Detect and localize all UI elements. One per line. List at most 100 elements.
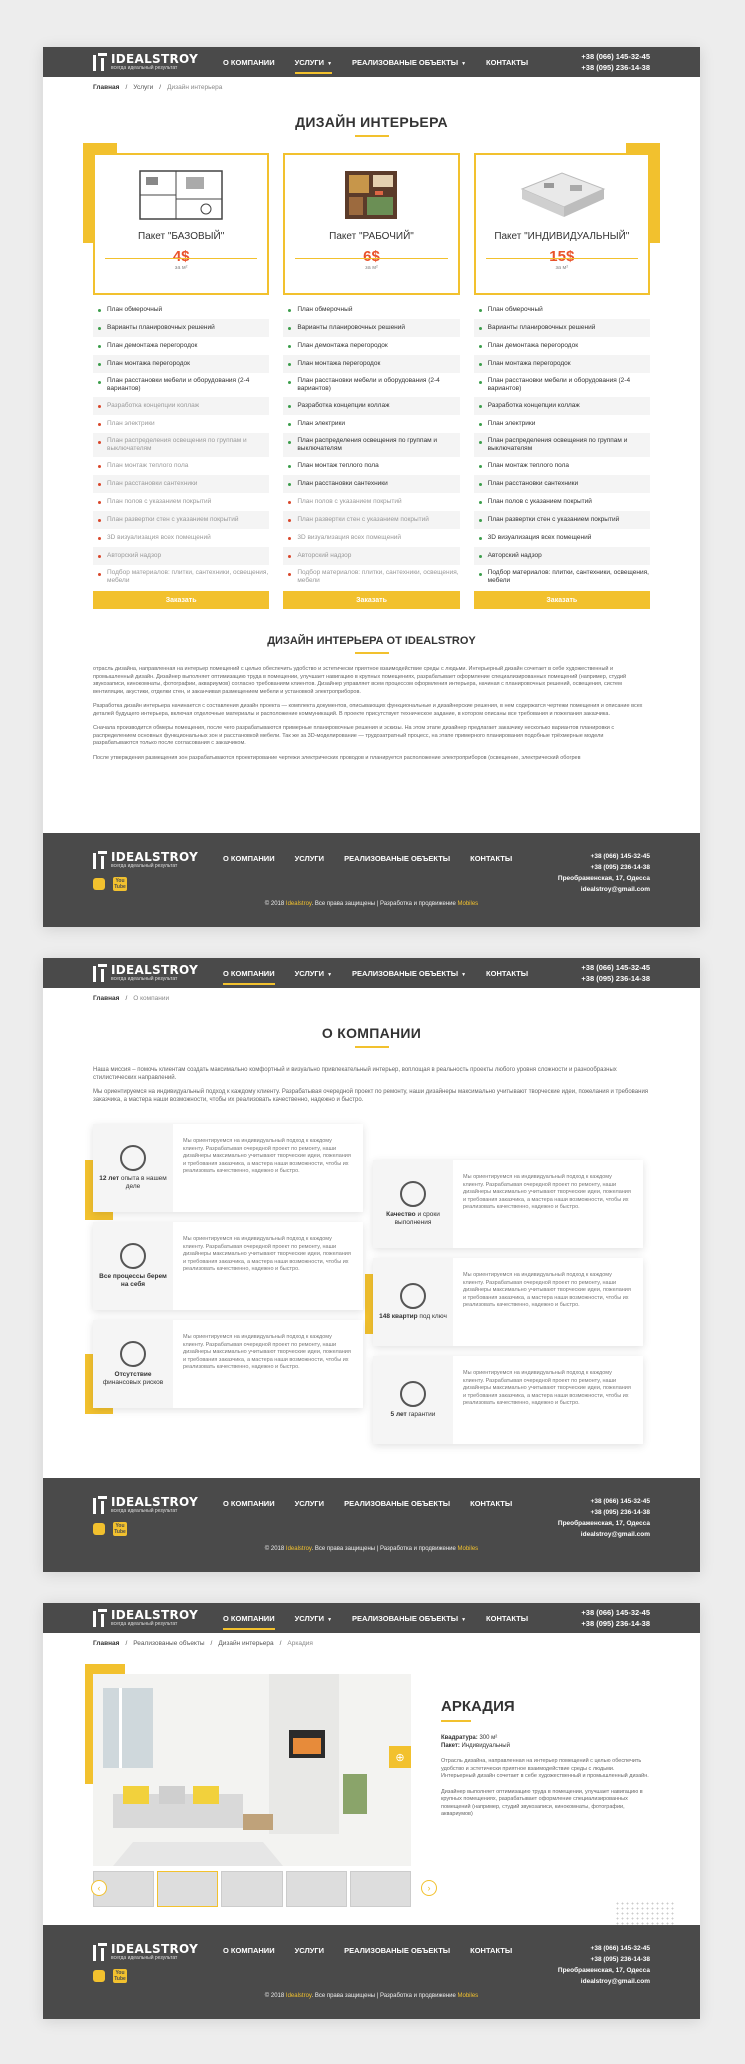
- feature-item: План монтажа перегородок: [93, 355, 270, 373]
- phone-2[interactable]: +38 (095) 236-14-38: [581, 62, 650, 73]
- order-button[interactable]: Заказать: [283, 591, 460, 609]
- nav-about[interactable]: О КОМПАНИИ: [223, 966, 275, 985]
- footer-nav-contacts[interactable]: КОНТАКТЫ: [470, 1496, 512, 1511]
- phone-2[interactable]: +38 (095) 236-14-38: [558, 862, 650, 873]
- nav-about[interactable]: О КОМПАНИИ: [223, 1611, 275, 1630]
- copyright: © 2018 Idealstroy. Все права защищены | …: [264, 901, 479, 907]
- thumbnail[interactable]: [349, 1871, 412, 1907]
- breadcrumb-home[interactable]: Главная: [93, 995, 119, 1002]
- footer-nav-services[interactable]: УСЛУГИ: [295, 1496, 324, 1511]
- site-footer: IDEALSTROY всегда идеальный результат О К…: [43, 833, 700, 927]
- phone-1[interactable]: +38 (066) 145-32-45: [581, 51, 650, 62]
- phone-2[interactable]: +38 (095) 236-14-38: [581, 973, 650, 984]
- project-section: ⊕ ‹ › АРКАДИЯ Квадратура: 300 м² Пакет: …: [43, 1664, 700, 1908]
- footer-nav-contacts[interactable]: КОНТАКТЫ: [470, 851, 512, 866]
- nav-services[interactable]: УСЛУГИ ▼: [295, 966, 332, 981]
- nav-services[interactable]: УСЛУГИ ▼: [295, 1611, 332, 1626]
- footer-nav-about[interactable]: О КОМПАНИИ: [223, 851, 275, 866]
- breadcrumb-design[interactable]: Дизайн интерьера: [218, 1640, 273, 1647]
- breadcrumb-current: О компании: [133, 995, 170, 1002]
- breadcrumb-current: Дизайн интерьера: [167, 84, 223, 91]
- logo[interactable]: IDEALSTROY всегда идеальный результат: [93, 53, 203, 71]
- nav-contacts[interactable]: КОНТАКТЫ: [486, 966, 528, 981]
- copyright-brand[interactable]: Idealstroy: [286, 901, 312, 907]
- card-text: Мы ориентируемся на индивидуальный подхо…: [463, 1272, 631, 1308]
- developer-link[interactable]: Mobiles: [458, 1546, 479, 1552]
- phone-2[interactable]: +38 (095) 236-14-38: [558, 1954, 650, 1965]
- card-title-bold: 12 лет: [99, 1175, 120, 1182]
- thumbnail[interactable]: [221, 1871, 283, 1907]
- thumbnail[interactable]: [285, 1871, 347, 1907]
- nav-projects[interactable]: РЕАЛИЗОВАНЫЕ ОБЪЕКТЫ ▼: [352, 55, 466, 70]
- logo[interactable]: IDEALSTROY всегда идеальный результат: [93, 964, 203, 982]
- zoom-icon[interactable]: ⊕: [389, 1746, 411, 1768]
- prev-arrow-icon[interactable]: ‹: [91, 1880, 107, 1896]
- next-arrow-icon[interactable]: ›: [421, 1880, 437, 1896]
- breadcrumb-home[interactable]: Главная: [93, 1640, 119, 1647]
- footer-nav-projects[interactable]: РЕАЛИЗОВАНЫЕ ОБЪЕКТЫ: [344, 1496, 450, 1511]
- phone-1[interactable]: +38 (066) 145-32-45: [581, 962, 650, 973]
- card-text: Мы ориентируемся на индивидуальный подхо…: [463, 1174, 631, 1210]
- phone-1[interactable]: +38 (066) 145-32-45: [558, 1943, 650, 1954]
- youtube-icon[interactable]: You Tube: [113, 1522, 127, 1536]
- copyright-brand[interactable]: Idealstroy: [286, 1546, 312, 1552]
- logo-name: IDEALSTROY: [111, 1942, 199, 1956]
- footer-nav-projects[interactable]: РЕАЛИЗОВАНЫЕ ОБЪЕКТЫ: [344, 1943, 450, 1958]
- page-project-arcadia: IDEALSTROY всегда идеальный результат О К…: [43, 1603, 700, 2019]
- developer-link[interactable]: Mobiles: [458, 1993, 479, 1999]
- thumbnail-strip: ‹ ›: [91, 1870, 437, 1908]
- footer-logo[interactable]: IDEALSTROY всегда идеальный результат: [93, 1496, 203, 1514]
- breadcrumb-projects[interactable]: Реализованые объекты: [133, 1640, 204, 1647]
- logo-tagline: всегда идеальный результат: [111, 1621, 178, 1627]
- card-title-rest: гарантии: [406, 1411, 436, 1418]
- instagram-icon[interactable]: [93, 878, 105, 890]
- nav-about[interactable]: О КОМПАНИИ: [223, 55, 275, 70]
- footer-logo[interactable]: IDEALSTROY всегда идеальный результат: [93, 851, 203, 869]
- page-title: О КОМПАНИИ: [321, 1025, 422, 1041]
- developer-link[interactable]: Mobiles: [458, 901, 479, 907]
- email[interactable]: idealstroy@gmail.com: [558, 1976, 650, 1987]
- email[interactable]: idealstroy@gmail.com: [558, 1529, 650, 1540]
- project-main-photo: ⊕: [93, 1674, 411, 1866]
- nav-contacts[interactable]: КОНТАКТЫ: [486, 1611, 528, 1626]
- footer-nav-about[interactable]: О КОМПАНИИ: [223, 1496, 275, 1511]
- breadcrumb-current: Аркадия: [287, 1640, 313, 1647]
- instagram-icon[interactable]: [93, 1523, 105, 1535]
- nav-projects[interactable]: РЕАЛИЗОВАНЫЕ ОБЪЕКТЫ ▼: [352, 966, 466, 981]
- package-individual: Пакет "ИНДИВИДУАЛЬНЫЙ" 15$ за м² План об…: [473, 143, 660, 609]
- phone-2[interactable]: +38 (095) 236-14-38: [558, 1507, 650, 1518]
- nav-services[interactable]: УСЛУГИ ▼: [294, 55, 333, 74]
- footer-nav-contacts[interactable]: КОНТАКТЫ: [470, 1943, 512, 1958]
- phone-1[interactable]: +38 (066) 145-32-45: [558, 1496, 650, 1507]
- feature-item: Авторский надзор: [283, 547, 460, 565]
- logo-icon: [93, 964, 107, 982]
- order-button[interactable]: Заказать: [473, 591, 650, 609]
- logo[interactable]: IDEALSTROY всегда идеальный результат: [93, 1609, 203, 1627]
- thumbnail[interactable]: [157, 1871, 219, 1907]
- footer-nav-about[interactable]: О КОМПАНИИ: [223, 1943, 275, 1958]
- breadcrumb-services[interactable]: Услуги: [133, 84, 153, 91]
- order-button[interactable]: Заказать: [93, 591, 270, 609]
- phone-2[interactable]: +38 (095) 236-14-38: [581, 1618, 650, 1629]
- phone-1[interactable]: +38 (066) 145-32-45: [558, 851, 650, 862]
- instagram-icon[interactable]: [93, 1970, 105, 1982]
- site-footer: IDEALSTROY всегда идеальный результат О К…: [43, 1478, 700, 1572]
- youtube-icon[interactable]: You Tube: [113, 1969, 127, 1983]
- package-value: Индивидуальный: [461, 1743, 510, 1749]
- footer-nav-services[interactable]: УСЛУГИ: [295, 1943, 324, 1958]
- email[interactable]: idealstroy@gmail.com: [558, 884, 650, 895]
- nav-contacts[interactable]: КОНТАКТЫ: [486, 55, 528, 70]
- nav-projects[interactable]: РЕАЛИЗОВАНЫЕ ОБЪЕКТЫ ▼: [352, 1611, 466, 1626]
- area-value: 300 м²: [479, 1735, 498, 1741]
- shield-dollar-icon: [120, 1341, 146, 1367]
- footer-nav-projects[interactable]: РЕАЛИЗОВАНЫЕ ОБЪЕКТЫ: [344, 851, 450, 866]
- copyright-brand[interactable]: Idealstroy: [286, 1993, 312, 1999]
- phone-1[interactable]: +38 (066) 145-32-45: [581, 1607, 650, 1618]
- breadcrumb-home[interactable]: Главная: [93, 84, 119, 91]
- youtube-icon[interactable]: You Tube: [113, 877, 127, 891]
- footer-nav-services[interactable]: УСЛУГИ: [295, 851, 324, 866]
- project-info: АРКАДИЯ Квадратура: 300 м² Пакет: Индиви…: [411, 1664, 650, 1908]
- card-text: Мы ориентируемся на индивидуальный подхо…: [463, 1370, 631, 1406]
- laurel-star-icon: [400, 1181, 426, 1207]
- footer-logo[interactable]: IDEALSTROY всегда идеальный результат: [93, 1943, 203, 1961]
